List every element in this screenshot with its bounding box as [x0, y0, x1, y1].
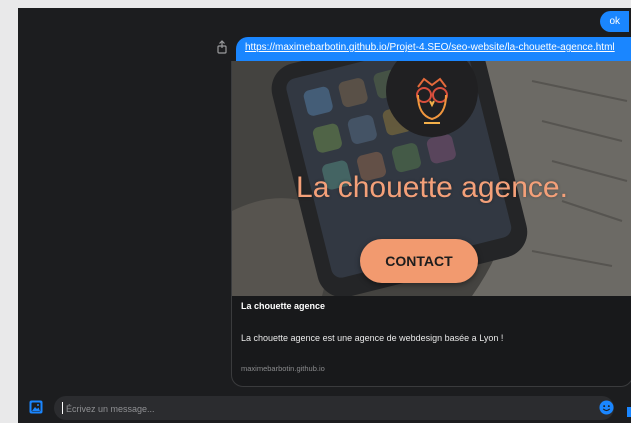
preview-hero-title: La chouette agence. — [296, 171, 568, 204]
preview-image[interactable]: La chouette agence. CONTACT — [232, 61, 631, 296]
preview-description: La chouette agence est une agence de web… — [241, 333, 504, 343]
contact-button[interactable]: CONTACT — [360, 239, 478, 283]
message-link[interactable]: https://maximebarbotin.github.io/Projet-… — [236, 37, 631, 61]
message-bubble-ok[interactable]: ok — [600, 11, 629, 32]
link-preview-card[interactable]: La chouette agence. CONTACT La chouette … — [231, 61, 631, 387]
message-input[interactable] — [64, 399, 588, 419]
preview-domain: maximebarbotin.github.io — [241, 364, 325, 373]
send-button[interactable] — [627, 407, 631, 417]
emoji-icon[interactable] — [599, 400, 614, 415]
image-icon[interactable] — [29, 400, 43, 414]
share-icon[interactable] — [216, 40, 228, 54]
text-caret — [62, 402, 63, 414]
message-composer[interactable] — [54, 396, 614, 420]
preview-title: La chouette agence — [241, 301, 326, 311]
chat-window: ok https://maximebarbotin.github.io/Proj… — [18, 8, 631, 423]
owl-logo — [386, 61, 478, 137]
